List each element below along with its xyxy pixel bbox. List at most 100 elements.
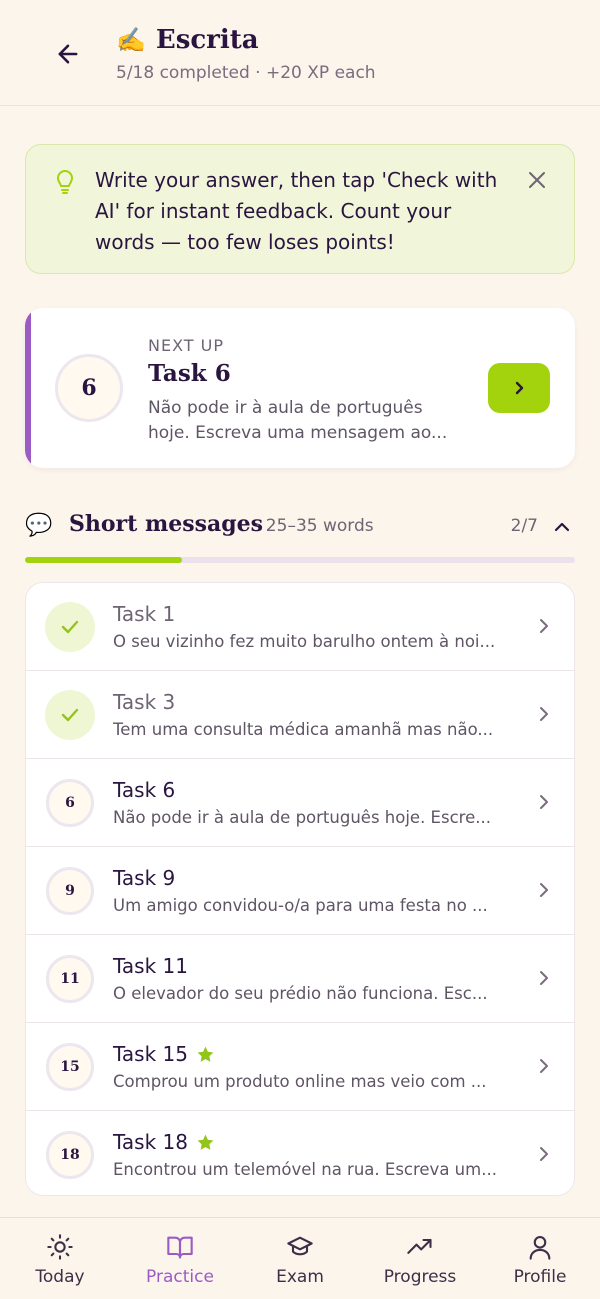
- task-title: Task 18: [113, 1130, 188, 1154]
- checkmark-icon: [61, 708, 79, 722]
- sun-icon: [47, 1234, 73, 1260]
- task-title: Task 3: [113, 690, 176, 714]
- chevron-up-icon: [554, 522, 570, 532]
- tab-icon-wrap: [405, 1232, 435, 1262]
- next-up-label: NEXT UP: [148, 336, 224, 355]
- section-word-range: · 25–35 words: [255, 516, 374, 536]
- task-row[interactable]: Task 3 Tem uma consulta médica amanhã mas…: [26, 671, 574, 759]
- task-chevron: [536, 617, 552, 639]
- chevron-right-icon: [540, 883, 548, 897]
- tab-progress[interactable]: Progress: [360, 1218, 480, 1299]
- task-description: O seu vizinho fez muito barulho ontem à …: [113, 632, 496, 651]
- task-title: Task 6: [113, 778, 176, 802]
- task-chevron: [536, 793, 552, 815]
- arrow-left-icon: [58, 44, 78, 64]
- next-up-go-button[interactable]: [488, 363, 550, 413]
- task-title-wrap: Task 6: [113, 778, 175, 802]
- task-description: Tem uma consulta médica amanhã mas não..…: [113, 720, 494, 739]
- task-number: 11: [46, 955, 94, 1003]
- task-description: O elevador do seu prédio não funciona. E…: [113, 984, 488, 1003]
- next-up-card[interactable]: 6 NEXT UP Task 6 Não pode ir à aula de p…: [25, 308, 575, 468]
- chevron-right-icon: [540, 795, 548, 809]
- chevron-right-icon: [540, 707, 548, 721]
- speech-bubble-icon: 💬: [25, 513, 53, 538]
- next-up-number: 6: [55, 354, 123, 422]
- section-title: Short messages: [69, 511, 264, 537]
- tab-profile[interactable]: Profile: [480, 1218, 600, 1299]
- task-description: Comprou um produto online mas veio com .…: [113, 1072, 487, 1091]
- task-description: Encontrou um telemóvel na rua. Escreva u…: [113, 1160, 497, 1179]
- task-row[interactable]: 6 Task 6 Não pode ir à aula de português h…: [26, 759, 574, 847]
- tab-icon-wrap: [165, 1232, 195, 1262]
- task-chevron: [536, 1145, 552, 1167]
- task-chevron: [536, 881, 552, 903]
- task-list: Task 1 O seu vizinho fez muito barulho on…: [25, 582, 575, 1196]
- chevron-right-icon: [515, 381, 524, 395]
- next-up-description: Não pode ir à aula de português hoje. Es…: [148, 398, 448, 443]
- task-number: 9: [46, 867, 94, 915]
- chevron-right-icon: [540, 1059, 548, 1073]
- task-row[interactable]: 9 Task 9 Um amigo convidou-o/a para uma fe…: [26, 847, 574, 935]
- tip-close-button[interactable]: [522, 165, 552, 195]
- task-row[interactable]: 11 Task 11 O elevador do seu prédio não fu…: [26, 935, 574, 1023]
- task-title: Task 11: [113, 954, 188, 978]
- next-up-accent-bar: [25, 308, 31, 468]
- writing-hand-icon: ✍️: [116, 26, 146, 54]
- section-progress-fill: [25, 557, 182, 563]
- back-button[interactable]: [48, 34, 88, 74]
- task-title: Task 9: [113, 866, 176, 890]
- tip-text: Write your answer, then tap 'Check with …: [95, 168, 498, 254]
- chevron-right-icon: [540, 971, 548, 985]
- task-number: 15: [46, 1043, 94, 1091]
- page-subtitle: 5/18 completed · +20 XP each: [116, 63, 376, 83]
- tab-today[interactable]: Today: [0, 1218, 120, 1299]
- star-icon: [197, 1134, 214, 1150]
- graduation-cap-icon: [287, 1236, 313, 1256]
- book-icon: [167, 1236, 193, 1259]
- tab-icon-wrap: [285, 1232, 315, 1262]
- chevron-right-icon: [540, 1147, 548, 1161]
- task-done-badge: [45, 690, 95, 740]
- tab-practice[interactable]: Practice: [120, 1218, 240, 1299]
- checkmark-icon: [61, 620, 79, 634]
- task-title-wrap: Task 18: [113, 1130, 215, 1154]
- task-description: Não pode ir à aula de português hoje. Es…: [113, 808, 491, 827]
- task-chevron: [536, 1057, 552, 1079]
- tip-banner: Write your answer, then tap 'Check with …: [25, 144, 575, 274]
- lightbulb-icon: [57, 170, 73, 194]
- task-done-badge: [45, 602, 95, 652]
- user-icon: [529, 1236, 551, 1260]
- tab-label: Progress: [383, 1267, 457, 1287]
- task-title-wrap: Task 11: [113, 954, 188, 978]
- close-icon: [529, 172, 545, 188]
- task-title: Task 15: [113, 1042, 188, 1066]
- bottom-tab-bar: Today Practice Exam Progress Profile: [0, 1217, 600, 1299]
- tab-icon-wrap: [45, 1232, 75, 1262]
- task-title-wrap: Task 15: [113, 1042, 215, 1066]
- header: ✍️ Escrita 5/18 completed · +20 XP each: [0, 0, 600, 106]
- task-title-wrap: Task 9: [113, 866, 175, 890]
- trending-up-icon: [407, 1238, 432, 1254]
- task-row[interactable]: 15 Task 15 Comprou um produto online mas v…: [26, 1023, 574, 1111]
- tab-icon-wrap: [525, 1232, 555, 1262]
- section-progress-count: 2/7: [510, 516, 538, 536]
- task-number: 18: [46, 1131, 94, 1179]
- chevron-right-icon: [540, 619, 548, 633]
- task-row[interactable]: 18 Task 18 Encontrou um telemóvel na rua. …: [26, 1111, 574, 1195]
- page-title-row: ✍️ Escrita: [116, 24, 259, 56]
- tab-exam[interactable]: Exam: [240, 1218, 360, 1299]
- task-row[interactable]: Task 1 O seu vizinho fez muito barulho on…: [26, 583, 574, 671]
- tab-label: Today: [35, 1267, 85, 1287]
- tab-label: Practice: [146, 1267, 214, 1287]
- section-collapse-button[interactable]: [549, 515, 575, 539]
- next-up-title: Task 6: [148, 360, 231, 387]
- task-chevron: [536, 969, 552, 991]
- task-chevron: [536, 705, 552, 727]
- page-title: Escrita: [155, 25, 259, 55]
- task-description: Um amigo convidou-o/a para uma festa no …: [113, 896, 488, 915]
- task-title-wrap: Task 1: [113, 602, 175, 626]
- section-progress-bar: [25, 557, 575, 563]
- task-title: Task 1: [113, 602, 176, 626]
- section-header: 💬 Short messages · 25–35 words 2/7: [25, 505, 575, 549]
- star-icon: [197, 1046, 214, 1062]
